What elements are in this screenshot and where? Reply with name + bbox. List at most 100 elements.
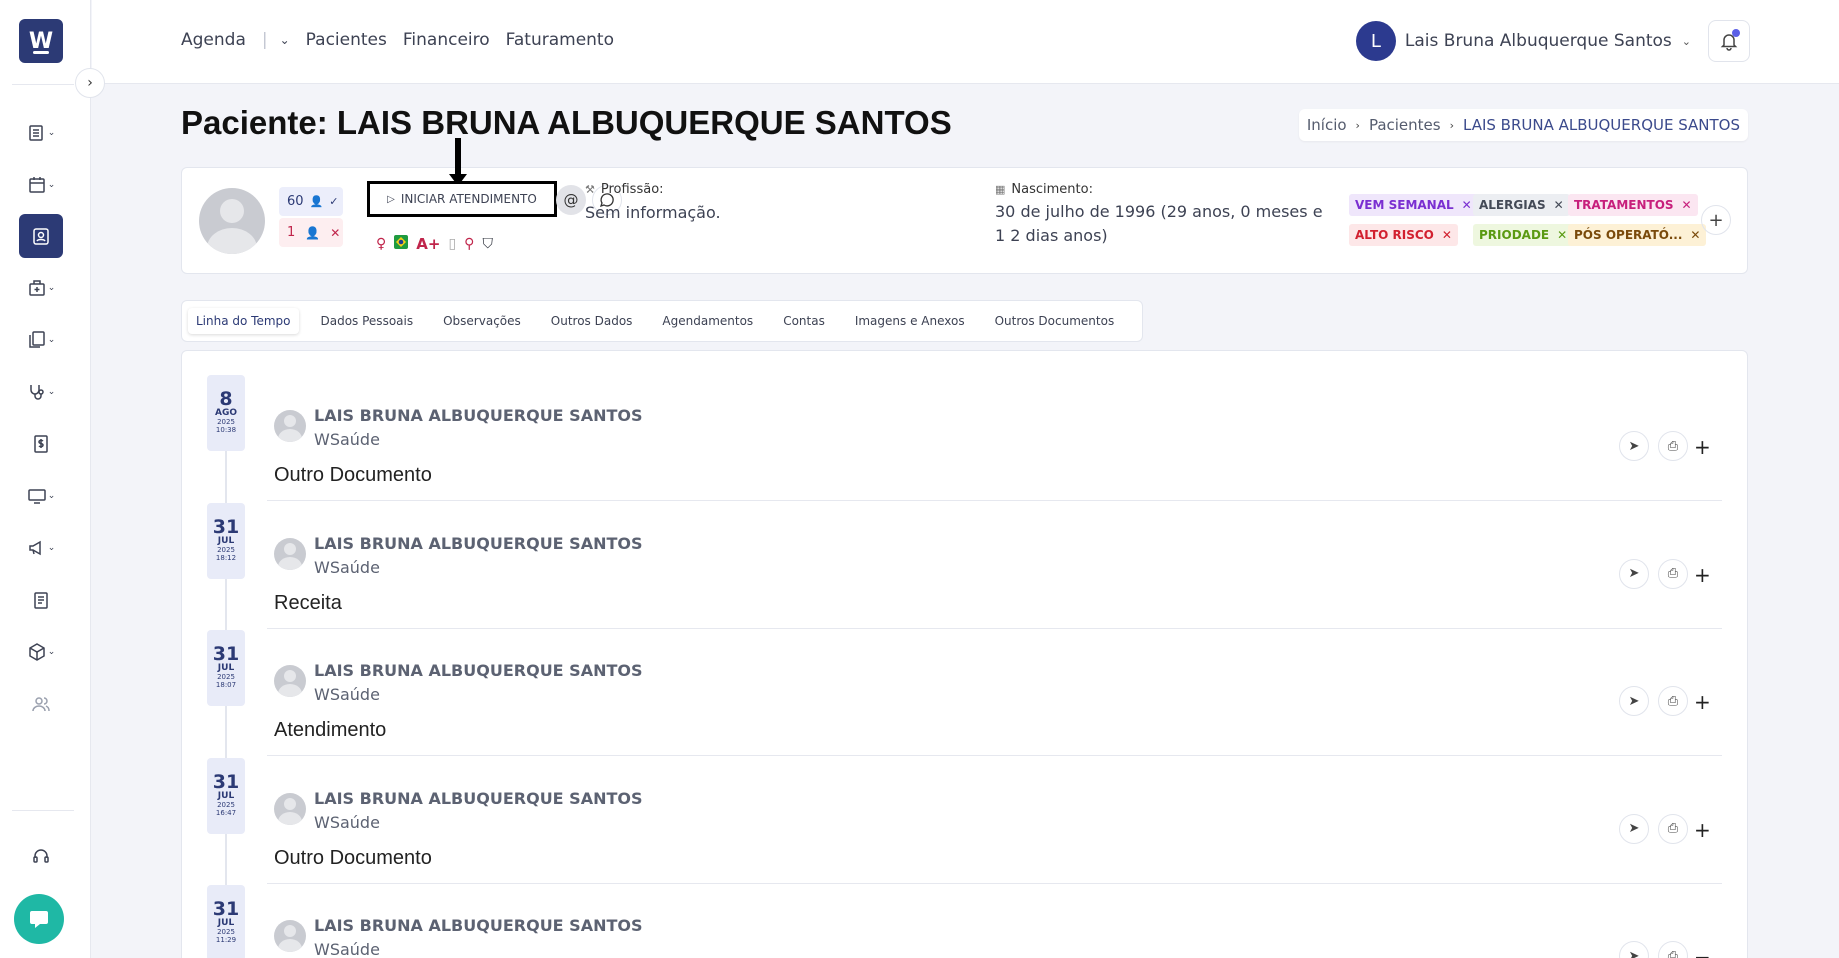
- sidebar-item-list[interactable]: ⌄: [19, 111, 63, 155]
- sidebar-item-inventory[interactable]: ⌄: [19, 630, 63, 674]
- tab-item[interactable]: Imagens e Anexos: [847, 308, 973, 334]
- tag-badge[interactable]: PRIODADE ✕: [1473, 224, 1574, 246]
- print-button[interactable]: ⎙: [1658, 558, 1688, 589]
- calendar-icon: ▦: [995, 183, 1006, 196]
- nav-faturamento[interactable]: Faturamento: [506, 30, 614, 50]
- remove-tag-icon[interactable]: ✕: [1690, 228, 1700, 242]
- nav-pacientes[interactable]: Pacientes: [306, 30, 387, 50]
- confirmed-count: 60: [287, 194, 304, 209]
- date-box: 31 JUL 2025 11:29: [207, 885, 245, 958]
- timeline-entry[interactable]: 31 JUL 2025 11:29 LAIS BRUNA ALBUQUERQUE SAN…: [182, 861, 1747, 958]
- add-tag-button[interactable]: +: [1701, 205, 1731, 235]
- tag-badge[interactable]: VEM SEMANAL ✕: [1349, 194, 1478, 216]
- report-icon: [34, 592, 48, 609]
- sidebar-item-support[interactable]: [19, 834, 63, 878]
- breadcrumb-current: LAIS BRUNA ALBUQUERQUE SANTOS: [1463, 116, 1740, 134]
- calendar-icon: [28, 177, 45, 193]
- hammer-icon: ⚒: [585, 183, 595, 196]
- tab-item[interactable]: Outros Dados: [543, 308, 641, 334]
- tab-item[interactable]: Linha do Tempo: [188, 308, 299, 334]
- patient-tabs: Linha do Tempo Dados Pessoais Observações O…: [181, 300, 1144, 342]
- blood-type-label: A+: [416, 235, 441, 253]
- sidebar-item-calendar[interactable]: ⌄: [19, 163, 63, 207]
- play-icon: ▷: [387, 193, 395, 205]
- remove-tag-icon[interactable]: ✕: [1682, 198, 1692, 212]
- sidebar-item-stethoscope[interactable]: ⌄: [19, 370, 63, 414]
- send-button[interactable]: ➤: [1619, 686, 1649, 716]
- sidebar-item-finance[interactable]: [19, 422, 63, 466]
- tag-badge[interactable]: TRATAMENTOS ✕: [1568, 194, 1698, 216]
- tab-item[interactable]: Observações: [435, 308, 529, 334]
- brazil-flag-icon: [394, 235, 409, 253]
- tag-label: VEM SEMANAL: [1355, 198, 1454, 212]
- remove-tag-icon[interactable]: ✕: [1442, 228, 1452, 242]
- print-button[interactable]: ⎙: [1658, 941, 1688, 958]
- timeline-entry[interactable]: 31 JUL 2025 16:47 LAIS BRUNA ALBUQUERQUE SAN…: [182, 734, 1747, 884]
- print-button[interactable]: ⎙: [1658, 813, 1688, 844]
- missed-count: 1: [287, 225, 296, 240]
- date-day: 31: [212, 643, 240, 665]
- expand-button[interactable]: +: [1694, 435, 1711, 459]
- printer-icon: ⎙: [1667, 693, 1679, 709]
- date-day: 31: [212, 770, 240, 793]
- tab-item[interactable]: Contas: [775, 308, 833, 334]
- sidebar-item-marketing[interactable]: ⌄: [19, 526, 63, 570]
- print-button[interactable]: ⎙: [1658, 431, 1688, 461]
- tab-item[interactable]: Outros Documentos: [987, 308, 1123, 334]
- sidebar-item-users[interactable]: [19, 682, 63, 726]
- sidebar: W ⌄ ⌄ ⌄ ⌄ ⌄ ⌄ ⌄ ⌄: [0, 0, 91, 958]
- date-month: JUL: [217, 663, 235, 673]
- remove-tag-icon[interactable]: ✕: [1462, 198, 1472, 212]
- sidebar-item-documents[interactable]: ⌄: [19, 318, 63, 362]
- expand-button[interactable]: −: [1694, 945, 1711, 958]
- timeline-entry[interactable]: 8 AGO 2025 10:38 LAIS BRUNA ALBUQUERQUE SANT…: [182, 351, 1747, 501]
- nav-separator: |: [261, 30, 268, 50]
- tag-badge[interactable]: ALTO RISCO ✕: [1349, 224, 1458, 246]
- sidebar-item-patients[interactable]: [19, 214, 63, 258]
- tag-badge[interactable]: PÓS OPERATÓ... ✕: [1568, 224, 1707, 246]
- chat-button[interactable]: [14, 894, 64, 944]
- expand-button[interactable]: +: [1694, 818, 1711, 842]
- send-button[interactable]: ➤: [1619, 813, 1649, 844]
- chevron-down-icon[interactable]: ⌄: [280, 33, 290, 47]
- send-button[interactable]: ➤: [1619, 431, 1649, 461]
- timeline-entry[interactable]: 31 JUL 2025 18:12 LAIS BRUNA ALBUQUERQUE SAN…: [182, 479, 1747, 629]
- breadcrumb-home[interactable]: Início: [1307, 116, 1347, 134]
- app-logo[interactable]: W: [19, 19, 63, 63]
- timeline-entry[interactable]: 31 JUL 2025 18:07 LAIS BRUNA ALBUQUERQUE SAN…: [182, 606, 1747, 756]
- tag-badge[interactable]: ALERGIAS ✕: [1473, 194, 1570, 216]
- sidebar-item-monitor[interactable]: ⌄: [19, 474, 63, 518]
- breadcrumb-patients[interactable]: Pacientes: [1369, 116, 1441, 134]
- nav-financeiro[interactable]: Financeiro: [403, 30, 490, 50]
- documents-icon: [28, 331, 45, 348]
- users-icon: [32, 697, 50, 712]
- print-button[interactable]: ⎙: [1658, 686, 1688, 716]
- user-menu[interactable]: L Lais Bruna Albuquerque Santos ⌄: [1355, 21, 1691, 61]
- send-button[interactable]: ➤: [1619, 558, 1649, 589]
- birth-label: ▦ Nascimento:: [995, 182, 1093, 197]
- date-time: 10:38: [215, 426, 237, 434]
- send-button[interactable]: ➤: [1619, 941, 1649, 958]
- author-name: LAIS BRUNA ALBUQUERQUE SANTOS: [314, 916, 643, 935]
- notifications-button[interactable]: [1708, 20, 1750, 62]
- tab-item[interactable]: Dados Pessoais: [313, 308, 422, 334]
- date-day: 31: [212, 898, 240, 920]
- sidebar-item-hospital[interactable]: ⌄: [19, 266, 63, 310]
- email-button[interactable]: @: [556, 185, 586, 215]
- start-attendance-button[interactable]: ▷ INICIAR ATENDIMENTO: [367, 181, 557, 217]
- remove-tag-icon[interactable]: ✕: [1554, 198, 1564, 212]
- sidebar-item-reports[interactable]: [19, 578, 63, 622]
- date-box: 31 JUL 2025 18:07: [207, 630, 245, 706]
- author-org: WSaúde: [314, 812, 380, 832]
- tab-item[interactable]: Agendamentos: [654, 308, 761, 334]
- author-avatar: [274, 665, 306, 697]
- start-attendance-label: INICIAR ATENDIMENTO: [400, 192, 537, 206]
- nav-agenda[interactable]: Agenda: [181, 30, 246, 50]
- sidebar-toggle-button[interactable]: ›: [75, 68, 105, 98]
- send-icon: ➤: [1628, 948, 1640, 958]
- author-name: LAIS BRUNA ALBUQUERQUE SANTOS: [314, 406, 643, 425]
- expand-button[interactable]: +: [1694, 690, 1711, 714]
- top-bar: Agenda | ⌄ Pacientes Financeiro Faturame…: [92, 0, 1839, 84]
- expand-button[interactable]: +: [1694, 563, 1711, 587]
- remove-tag-icon[interactable]: ✕: [1557, 228, 1567, 242]
